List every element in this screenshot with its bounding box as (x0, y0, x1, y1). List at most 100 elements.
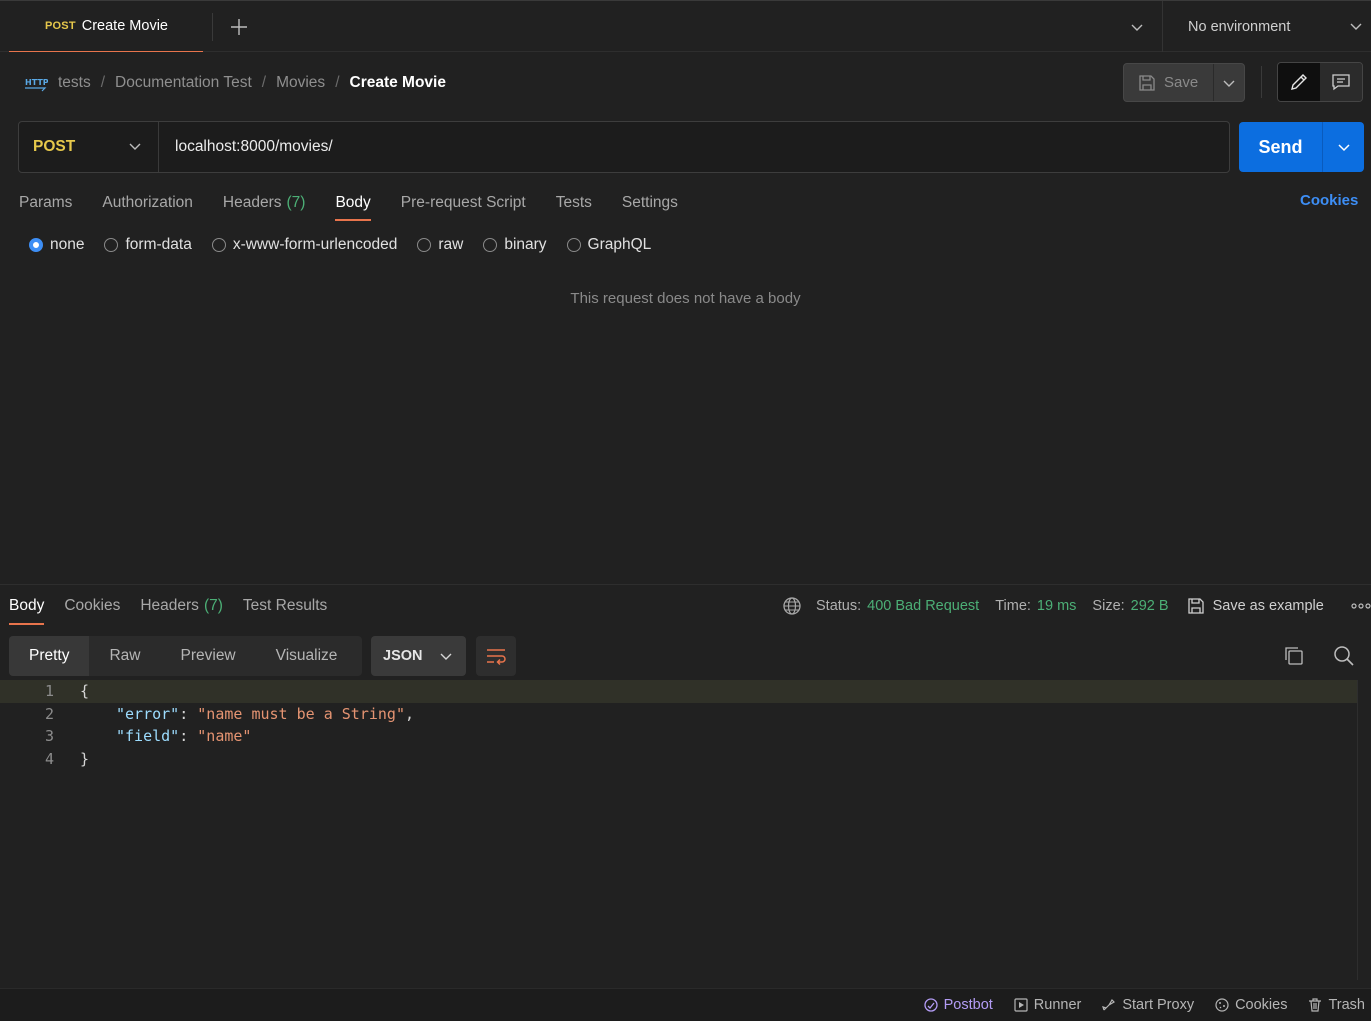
view-preview-button[interactable]: Preview (161, 636, 256, 676)
code-text: { (80, 682, 90, 701)
url-input[interactable] (159, 122, 1229, 172)
trash-button[interactable]: Trash (1307, 997, 1365, 1013)
size-label: Size: (1092, 598, 1125, 614)
send-button[interactable]: Send (1239, 122, 1323, 172)
save-dropdown-button[interactable] (1214, 64, 1244, 101)
request-tab[interactable]: POST Create Movie (9, 1, 203, 52)
radio-raw[interactable]: raw (417, 236, 463, 254)
runner-label: Runner (1033, 997, 1082, 1013)
more-options-icon[interactable] (1351, 598, 1371, 614)
globe-icon[interactable] (782, 596, 802, 616)
save-icon (1187, 598, 1204, 614)
edit-button[interactable] (1278, 63, 1320, 101)
breadcrumb-separator: / (100, 74, 106, 91)
copy-icon[interactable] (1283, 645, 1305, 667)
view-pretty-button[interactable]: Pretty (9, 636, 90, 676)
code-line: 4 } (0, 748, 1358, 771)
line-number: 4 (44, 749, 54, 768)
json-key: "field" (116, 727, 180, 746)
toolbar-divider (1261, 66, 1262, 98)
radio-indicator (417, 238, 432, 252)
cookies-label: Cookies (1235, 997, 1288, 1013)
response-divider[interactable] (0, 584, 1371, 585)
breadcrumb: HTTP tests / Documentation Test / Movies… (24, 68, 446, 98)
response-meta: Status: 400 Bad Request Time: 19 ms Size… (782, 594, 1324, 618)
tab-body[interactable]: Body (335, 188, 372, 221)
cookies-button[interactable]: Cookies (1214, 997, 1287, 1013)
radio-x-www-form-urlencoded[interactable]: x-www-form-urlencoded (211, 236, 397, 254)
status-value[interactable]: 400 Bad Request (867, 598, 979, 614)
save-button[interactable]: Save (1124, 64, 1214, 101)
comment-icon (1332, 74, 1350, 91)
postbot-button[interactable]: Postbot (923, 997, 993, 1013)
response-body-editor[interactable]: 1 { 2 "error": "name must be a String", … (0, 680, 1358, 980)
tab-count: (7) (286, 194, 306, 211)
search-icon[interactable] (1333, 645, 1355, 667)
view-mode-group: Pretty Raw Preview Visualize (9, 636, 362, 676)
tab-headers[interactable]: Headers (7) (223, 188, 306, 218)
radio-graphql[interactable]: GraphQL (566, 236, 651, 254)
request-tab-name: Create Movie (81, 18, 168, 34)
code-line: 3 "field": "name" (0, 725, 1358, 748)
environment-selector[interactable]: No environment (1163, 1, 1371, 52)
json-key: "error" (116, 704, 180, 723)
radio-form-data[interactable]: form-data (104, 236, 192, 254)
view-visualize-button[interactable]: Visualize (256, 636, 358, 676)
breadcrumb-current[interactable]: Create Movie (350, 74, 446, 92)
code-text: "error": "name must be a String", (116, 704, 415, 723)
wrap-lines-icon (487, 649, 506, 666)
breadcrumb-item[interactable]: tests (58, 74, 91, 92)
edit-comment-group (1277, 62, 1363, 102)
tab-label: Settings (621, 194, 678, 211)
radio-indicator (211, 238, 226, 252)
tab-count: (7) (203, 597, 223, 614)
chevron-down-icon (129, 143, 141, 150)
wrap-lines-button[interactable] (476, 636, 516, 676)
response-tabs: Body Cookies Headers (7) Test Results (9, 592, 327, 625)
chevron-down-icon (1223, 80, 1235, 87)
comments-button[interactable] (1320, 63, 1362, 101)
send-dropdown-button[interactable] (1323, 122, 1364, 172)
method-select[interactable]: POST (19, 122, 159, 172)
tab-pre-request-script[interactable]: Pre-request Script (401, 188, 526, 218)
tab-settings[interactable]: Settings (622, 188, 678, 218)
time-label: Time: (995, 598, 1031, 614)
trash-label: Trash (1328, 997, 1365, 1013)
status-bar: Postbot Runner Start Proxy Cookies Trash (0, 988, 1371, 1021)
save-as-example-label: Save as example (1212, 598, 1324, 614)
runner-button[interactable]: Runner (1013, 997, 1082, 1013)
tab-label: Headers (140, 597, 199, 614)
size-value[interactable]: 292 B (1131, 598, 1169, 614)
radio-none[interactable]: none (29, 236, 84, 254)
response-tab-cookies[interactable]: Cookies (64, 592, 120, 620)
environment-label: No environment (1188, 18, 1291, 35)
code-text: } (80, 749, 90, 768)
tab-label: Body (335, 194, 371, 211)
chevron-down-icon (1131, 24, 1143, 31)
breadcrumb-separator: / (261, 74, 267, 91)
cookies-link[interactable]: Cookies (1300, 192, 1358, 209)
response-tab-test-results[interactable]: Test Results (243, 592, 327, 620)
code-text: "field": "name" (116, 727, 252, 746)
response-tab-body[interactable]: Body (9, 592, 45, 625)
tab-params[interactable]: Params (19, 188, 72, 218)
tab-divider (212, 13, 213, 41)
trash-icon (1309, 998, 1322, 1012)
save-as-example-button[interactable]: Save as example (1187, 597, 1324, 615)
view-raw-button[interactable]: Raw (89, 636, 160, 676)
json-value: "name" (197, 727, 252, 746)
format-select[interactable]: JSON (371, 636, 466, 676)
cookie-icon (1215, 998, 1229, 1012)
breadcrumb-item[interactable]: Movies (276, 74, 325, 92)
time-value[interactable]: 19 ms (1037, 598, 1077, 614)
tab-authorization[interactable]: Authorization (102, 188, 192, 218)
radio-binary[interactable]: binary (483, 236, 547, 254)
tab-tests[interactable]: Tests (556, 188, 592, 218)
response-tab-headers[interactable]: Headers (7) (140, 592, 223, 620)
new-tab-button[interactable] (226, 14, 252, 40)
breadcrumb-item[interactable]: Documentation Test (115, 74, 252, 92)
postbot-label: Postbot (943, 997, 993, 1013)
editor-scrollbar[interactable] (1357, 680, 1371, 980)
tabs-dropdown-button[interactable] (1124, 14, 1150, 40)
start-proxy-button[interactable]: Start Proxy (1101, 997, 1194, 1013)
